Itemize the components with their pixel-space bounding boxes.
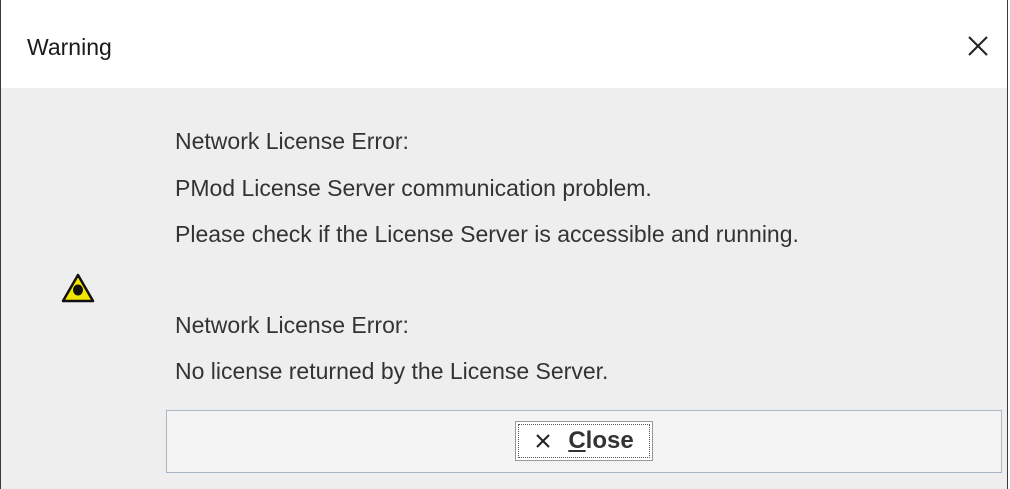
close-button-mnemonic: C	[568, 427, 586, 454]
title-bar[interactable]: Warning	[1, 0, 1007, 88]
warning-dialog: Warning Network License Error: PMod Lice…	[0, 0, 1008, 489]
message-line: PMod License Server communication proble…	[175, 175, 652, 201]
close-button-label-rest: lose	[585, 427, 634, 454]
close-button[interactable]: Close	[515, 421, 653, 461]
dialog-title: Warning	[27, 34, 112, 60]
close-button-label: Close	[568, 427, 633, 455]
button-bar: Close	[166, 410, 1002, 473]
message-line: Network License Error:	[175, 128, 409, 154]
close-icon[interactable]	[963, 31, 993, 61]
message-line: Network License Error:	[175, 312, 409, 338]
message-line: Please check if the License Server is ac…	[175, 221, 799, 247]
warning-triangle-icon	[61, 273, 95, 303]
message-line: No license returned by the License Serve…	[175, 358, 609, 384]
dialog-content: Network License Error: PMod License Serv…	[1, 88, 1007, 489]
x-icon	[534, 432, 552, 450]
